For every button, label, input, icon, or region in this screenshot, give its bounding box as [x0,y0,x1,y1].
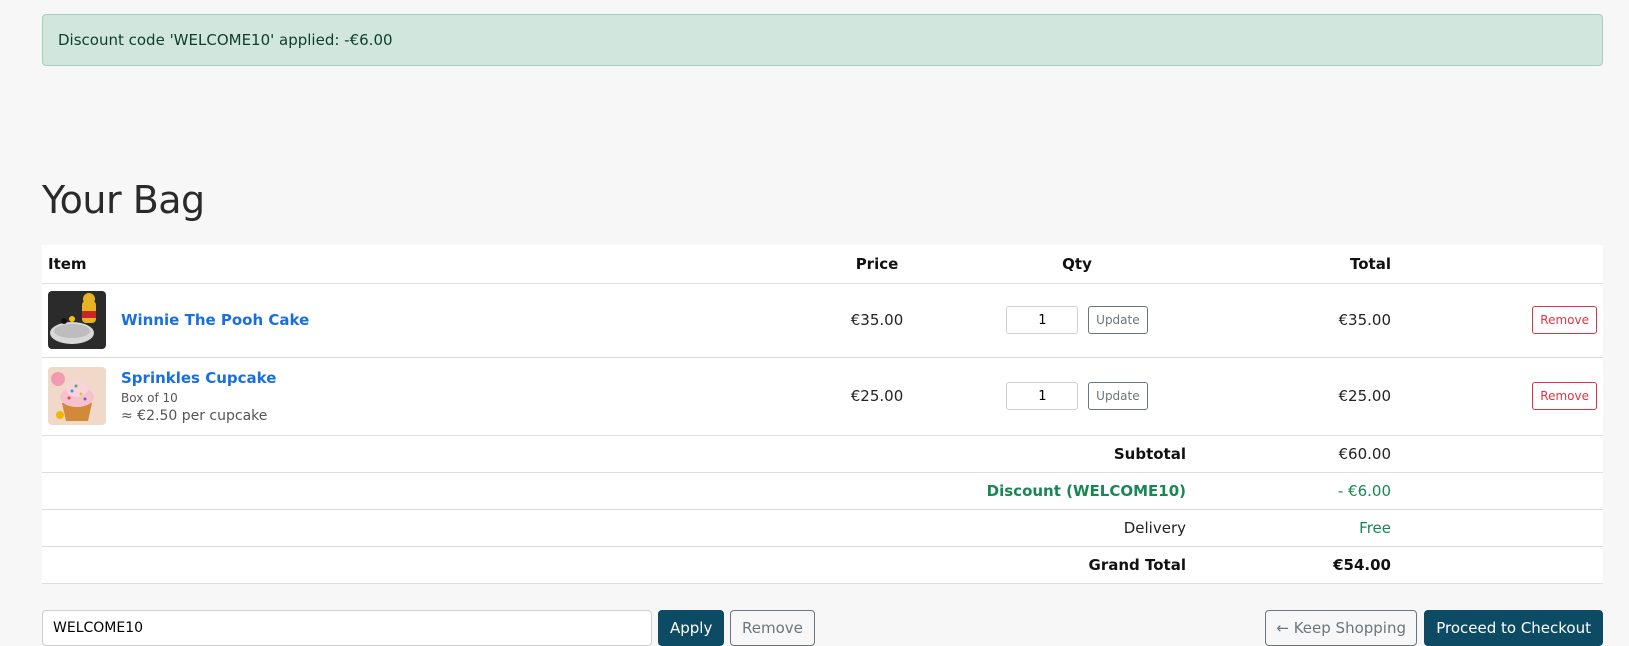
discount-applied-alert: Discount code 'WELCOME10' applied: -€6.0… [42,14,1603,66]
alert-message: Discount code 'WELCOME10' applied: -€6.0… [58,31,393,49]
delivery-label: Delivery [792,509,1192,547]
remove-item-button[interactable]: Remove [1532,306,1597,334]
product-info: Sprinkles Cupcake Box of 10 ≈ €2.50 per … [121,369,276,424]
product-image-sprinkles-cupcake[interactable] [48,367,106,425]
product-info: Winnie The Pooh Cake [121,311,309,329]
grand-total-row: Grand Total €54.00 [42,546,1603,584]
grand-total-label: Grand Total [792,546,1192,584]
product-cell: Winnie The Pooh Cake [48,291,786,349]
product-link[interactable]: Winnie The Pooh Cake [121,311,309,329]
table-header-row: Item Price Qty Total [42,245,1603,284]
discount-value: - €6.00 [1192,472,1397,510]
cart-table: Item Price Qty Total Winnie The Pooh Cak… [42,245,1603,584]
delivery-value: Free [1192,509,1397,547]
product-image-pooh-cake[interactable] [48,291,106,349]
subtotal-label: Subtotal [792,435,1192,473]
product-total: €35.00 [1192,283,1397,358]
update-button[interactable]: Update [1088,382,1148,410]
header-price: Price [792,245,962,284]
page-title: Your Bag [42,178,205,222]
table-row: Winnie The Pooh Cake €35.00 Update €35.0… [42,283,1603,358]
subtotal-value: €60.00 [1192,435,1397,473]
quantity-input[interactable] [1006,382,1079,410]
product-variant: Box of 10 [121,390,178,405]
product-link[interactable]: Sprinkles Cupcake [121,369,276,387]
header-item: Item [42,245,792,284]
delivery-row: Delivery Free [42,509,1603,547]
product-total: €25.00 [1192,357,1397,436]
table-row: Sprinkles Cupcake Box of 10 ≈ €2.50 per … [42,357,1603,436]
apply-coupon-button[interactable]: Apply [658,610,725,646]
product-unit-price: ≈ €2.50 per cupcake [121,407,268,424]
header-qty: Qty [962,245,1192,284]
coupon-code-input[interactable] [42,610,652,646]
header-total: Total [1192,245,1397,284]
product-price: €35.00 [792,283,962,358]
remove-item-button[interactable]: Remove [1532,382,1597,410]
update-button[interactable]: Update [1088,306,1148,334]
proceed-to-checkout-button[interactable]: Proceed to Checkout [1424,610,1603,646]
subtotal-row: Subtotal €60.00 [42,435,1603,473]
remove-coupon-button[interactable]: Remove [730,610,815,646]
product-cell: Sprinkles Cupcake Box of 10 ≈ €2.50 per … [48,367,786,425]
discount-label: Discount (WELCOME10) [792,472,1192,510]
keep-shopping-button[interactable]: ← Keep Shopping [1265,610,1417,646]
grand-total-value: €54.00 [1192,546,1397,584]
product-price: €25.00 [792,357,962,436]
header-action [1397,245,1603,284]
quantity-input[interactable] [1006,306,1079,334]
discount-row: Discount (WELCOME10) - €6.00 [42,472,1603,510]
